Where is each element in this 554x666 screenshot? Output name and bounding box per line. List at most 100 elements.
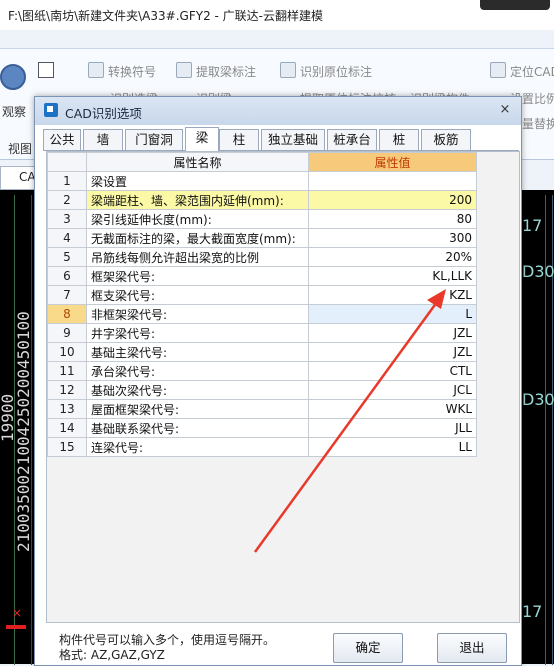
table-row[interactable]: 1 梁设置 [47,171,477,191]
row-number[interactable]: 10 [47,342,87,362]
property-value-cell[interactable]: JZL [308,342,477,362]
property-name-cell: 吊筋线每侧允许超出梁宽的比例 [86,247,309,267]
row-number[interactable]: 13 [47,399,87,419]
row-number[interactable]: 11 [47,361,87,381]
cad-options-dialog: CAD识别选项 × 公共 墙 门窗洞 梁 柱 独立基础 桩承台 桩 板筋 属性名… [34,96,522,666]
row-number[interactable]: 15 [47,437,87,457]
row-number[interactable]: 3 [47,209,87,229]
row-number[interactable]: 4 [47,228,87,248]
ok-button[interactable]: 确定 [333,633,403,663]
locate-cad-icon [490,62,506,78]
row-number[interactable]: 14 [47,418,87,438]
table-row[interactable]: 3 梁引线延伸长度(mm): 80 [47,209,477,229]
extract-label-icon [176,62,192,78]
property-name-cell: 基础主梁代号: [86,342,309,362]
property-table: 属性名称 属性值 1 梁设置 2 梁端距柱、墙、梁范围内延伸(mm): 200 3 梁引线延… [47,152,477,457]
column-header-name: 属性名称 [86,152,309,172]
table-row[interactable]: 14 基础联系梁代号: JLL [47,418,477,438]
property-value-cell[interactable]: 200 [308,190,477,210]
tab-pile[interactable]: 桩 [379,129,419,150]
tab-door-window[interactable]: 门窗洞 [125,129,183,150]
property-name-cell: 框架梁代号: [86,266,309,286]
arrow-icon [6,625,26,629]
property-name-cell: 梁引线延伸长度(mm): [86,209,309,229]
property-value-cell[interactable]: JZL [308,323,477,343]
table-row[interactable]: 8 非框架梁代号: L [47,304,477,324]
property-value-cell[interactable]: KL,LLK [308,266,477,286]
exit-button[interactable]: 退出 [437,633,507,663]
property-name-cell: 梁端距柱、墙、梁范围内延伸(mm): [86,190,309,210]
dialog-title: CAD识别选项 [65,106,142,121]
table-row[interactable]: 12 基础次梁代号: JCL [47,380,477,400]
table-row[interactable]: 15 连梁代号: LL [47,437,477,457]
property-value-cell[interactable]: LL [308,437,477,457]
canvas-label: D30 [522,390,554,409]
view-label[interactable]: 视图 [8,140,32,157]
property-value-cell[interactable]: JLL [308,418,477,438]
dialog-titlebar[interactable]: CAD识别选项 × [35,97,521,125]
column-header-value: 属性值 [308,152,477,172]
hint-line: 构件代号可以输入多个，使用逗号隔开。 [59,633,276,647]
property-name-cell: 非框架梁代号: [86,304,309,324]
table-row[interactable]: 7 框支梁代号: KZL [47,285,477,305]
property-value-cell[interactable]: 300 [308,228,477,248]
property-name-cell: 井字梁代号: [86,323,309,343]
row-number[interactable]: 2 [47,190,87,210]
row-number[interactable]: 5 [47,247,87,267]
canvas-label: 17 [522,216,543,235]
row-number[interactable]: 1 [47,171,87,191]
row-number[interactable]: 7 [47,285,87,305]
tab-pile-cap[interactable]: 桩承台 [327,129,377,150]
table-row[interactable]: 9 井字梁代号: JZL [47,323,477,343]
canvas-label: D30 [522,262,554,281]
property-name-cell: 框支梁代号: [86,285,309,305]
property-value-cell[interactable]: JCL [308,380,477,400]
corner-cell [47,152,87,172]
tab-isolated-foundation[interactable]: 独立基础 [261,129,325,150]
property-name-cell: 梁设置 [86,171,309,191]
table-header-row: 属性名称 属性值 [47,152,477,172]
hint-line: 格式: AZ,GAZ,GYZ [59,648,165,662]
property-value-cell[interactable]: CTL [308,361,477,381]
window-controls[interactable] [480,0,550,10]
row-number[interactable]: 6 [47,266,87,286]
property-name-cell: 承台梁代号: [86,361,309,381]
tab-wall[interactable]: 墙 [83,129,123,150]
table-row[interactable]: 4 无截面标注的梁，最大截面宽度(mm): 300 [47,228,477,248]
row-number[interactable]: 12 [47,380,87,400]
tab-slab-rebar[interactable]: 板筋 [421,129,471,150]
cube-icon[interactable] [38,62,54,78]
tab-common[interactable]: 公共 [43,129,81,150]
table-row[interactable]: 5 吊筋线每侧允许超出梁宽的比例 20% [47,247,477,267]
app-icon [44,103,58,117]
property-value-cell[interactable] [308,171,477,191]
extract-beam-label-button[interactable]: 提取梁标注 [196,63,256,80]
property-value-cell[interactable]: L [308,304,477,324]
table-row[interactable]: 10 基础主梁代号: JZL [47,342,477,362]
close-icon[interactable]: × [497,102,513,118]
table-row[interactable]: 6 框架梁代号: KL,LLK [47,266,477,286]
hint-text: 构件代号可以输入多个，使用逗号隔开。 格式: AZ,GAZ,GYZ [59,633,275,663]
table-row[interactable]: 13 屋面框架梁代号: WKL [47,399,477,419]
close-icon: × [12,606,23,620]
app-title: F:\图纸\南坊\新建文件夹\A33#.GFY2 - 广联达-云翻样建模 [8,9,323,23]
property-value-cell[interactable]: 20% [308,247,477,267]
row-number[interactable]: 8 [47,304,87,324]
table-row[interactable]: 2 梁端距柱、墙、梁范围内延伸(mm): 200 [47,190,477,210]
property-value-cell[interactable]: 80 [308,209,477,229]
convert-symbol-button[interactable]: 转换符号 [108,63,156,80]
app-titlebar: F:\图纸\南坊\新建文件夹\A33#.GFY2 - 广联达-云翻样建模 [0,0,554,30]
identify-inplace-label-button[interactable]: 识别原位标注 [300,63,372,80]
identify-inplace-icon [280,62,296,78]
tab-beam[interactable]: 梁 [185,127,219,151]
observe-label[interactable]: 观察 [2,103,26,120]
property-value-cell[interactable]: KZL [308,285,477,305]
tab-column[interactable]: 柱 [219,129,259,150]
property-name-cell: 无截面标注的梁，最大截面宽度(mm): [86,228,309,248]
property-value-cell[interactable]: WKL [308,399,477,419]
row-number[interactable]: 9 [47,323,87,343]
locate-cad-button[interactable]: 定位CAD [510,63,554,80]
observe-icon[interactable] [0,64,26,90]
table-row[interactable]: 11 承台梁代号: CTL [47,361,477,381]
convert-symbol-icon [88,62,104,78]
